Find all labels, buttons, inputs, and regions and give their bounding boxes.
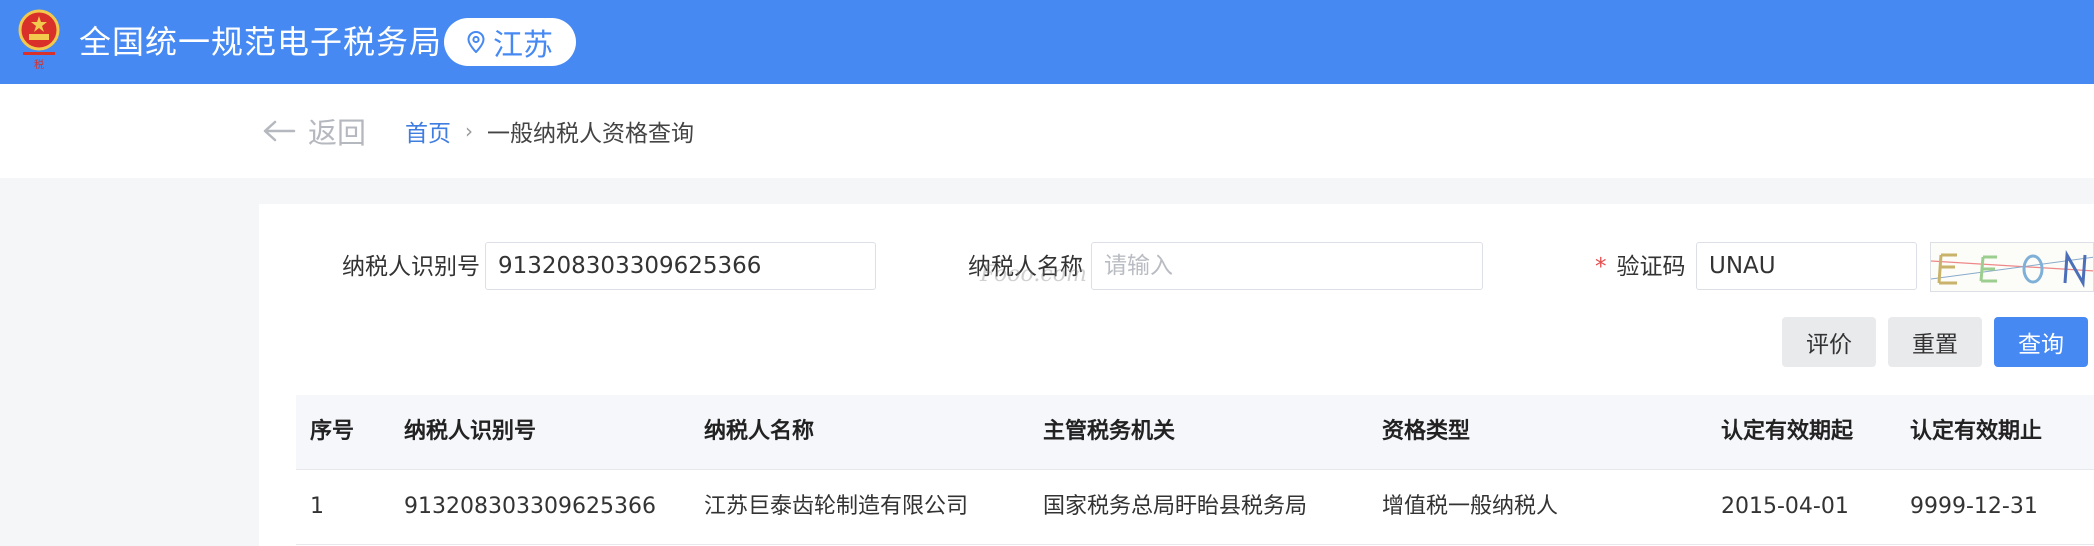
cell-taxpayer-name: 江苏巨泰齿轮制造有限公司	[704, 494, 969, 519]
taxpayer-id-label: 纳税人识别号	[342, 254, 480, 280]
captcha-input[interactable]	[1696, 242, 1917, 290]
captcha-noise-icon	[1931, 249, 2093, 289]
arrow-left-icon	[263, 120, 296, 142]
back-label: 返回	[308, 116, 367, 150]
national-emblem-icon: 税	[18, 9, 60, 71]
captcha-label-group: * 验证码	[1595, 242, 1686, 292]
taxpayer-name-input[interactable]	[1091, 242, 1483, 290]
column-header-valid-to: 认定有效期止	[1910, 419, 2043, 444]
cell-taxpayer-id: 913208303309625366	[404, 494, 656, 519]
back-button[interactable]: 返回	[262, 111, 366, 151]
required-asterisk: *	[1595, 254, 1607, 280]
breadcrumb-bar: 返回 首页 › 一般纳税人资格查询	[0, 84, 2094, 178]
cell-tax-authority: 国家税务总局盱眙县税务局	[1043, 494, 1308, 519]
breadcrumb: 首页 › 一般纳税人资格查询	[405, 113, 694, 149]
top-header: 税 全国统一规范电子税务局 江苏	[0, 0, 2094, 84]
table-row[interactable]: 1 913208303309625366 江苏巨泰齿轮制造有限公司 国家税务总局…	[296, 470, 2094, 545]
reset-button[interactable]: 重置	[1888, 317, 1982, 367]
cell-valid-to: 9999-12-31	[1910, 494, 2038, 519]
cell-valid-from: 2015-04-01	[1721, 494, 1849, 519]
result-table: 序号 纳税人识别号 纳税人名称 主管税务机关 资格类型 认定有效期起 认定有效期…	[296, 395, 2094, 545]
site-title: 全国统一规范电子税务局	[79, 23, 443, 61]
captcha-label: 验证码	[1616, 254, 1686, 280]
region-selector[interactable]: 江苏	[444, 18, 576, 66]
chevron-right-icon: ›	[465, 119, 473, 143]
evaluate-button[interactable]: 评价	[1782, 317, 1876, 367]
location-pin-icon	[467, 31, 485, 53]
column-header-qualification-type: 资格类型	[1382, 419, 1471, 444]
column-header-taxpayer-name: 纳税人名称	[704, 419, 815, 444]
column-header-valid-from: 认定有效期起	[1721, 419, 1854, 444]
taxpayer-id-input[interactable]	[485, 242, 876, 290]
taxpayer-name-label: 纳税人名称	[968, 254, 1083, 280]
table-header-row: 序号 纳税人识别号 纳税人名称 主管税务机关 资格类型 认定有效期起 认定有效期…	[296, 395, 2094, 470]
column-header-tax-authority: 主管税务机关	[1043, 419, 1176, 444]
breadcrumb-current: 一般纳税人资格查询	[487, 121, 694, 147]
query-button[interactable]: 查询	[1994, 317, 2088, 367]
breadcrumb-home-link[interactable]: 首页	[405, 114, 451, 148]
cell-index: 1	[310, 494, 324, 519]
column-header-taxpayer-id: 纳税人识别号	[404, 419, 537, 444]
column-header-index: 序号	[310, 419, 355, 444]
svg-text:税: 税	[34, 58, 44, 71]
cell-qualification-type: 增值税一般纳税人	[1382, 494, 1559, 519]
query-card: 纳税人识别号 纳税人名称 * 验证码 评价 重置 查询 序号 纳税人识别号 纳税人…	[259, 204, 2094, 546]
region-label: 江苏	[493, 28, 553, 63]
captcha-image[interactable]	[1930, 242, 2094, 292]
